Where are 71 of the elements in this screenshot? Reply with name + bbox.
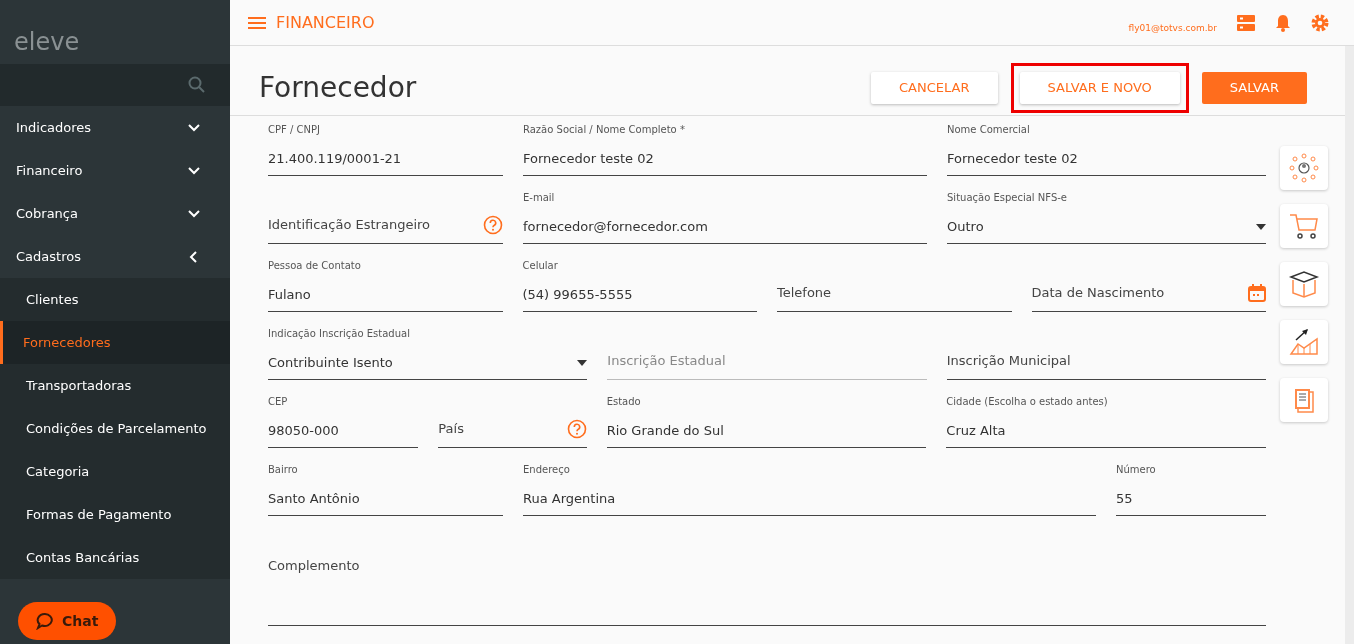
input-field[interactable]: Identificação Estrangeiro (268, 206, 503, 244)
input-field[interactable]: 55 (1116, 483, 1266, 516)
menu-item[interactable]: Indicadores (0, 106, 230, 149)
field-label: Pessoa de Contato (268, 259, 362, 273)
field-label: Estado (606, 395, 642, 409)
server-icon[interactable] (1237, 13, 1255, 32)
field-label: Bairro (268, 463, 299, 477)
field-label: Endereço (523, 463, 571, 477)
chart-icon (1288, 326, 1320, 358)
calendar-icon[interactable] (1248, 283, 1266, 302)
input-field[interactable]: Telefone (777, 274, 1012, 312)
input-field[interactable]: fornecedor@fornecedor.com (523, 211, 927, 244)
submenu-item[interactable]: Fornecedores (0, 321, 230, 364)
input-field[interactable]: País (438, 410, 587, 448)
dropdown-caret-icon (1256, 224, 1266, 230)
submenu-item[interactable]: Formas de Pagamento (0, 493, 230, 536)
search-icon[interactable] (188, 76, 206, 94)
input-field[interactable]: Fulano (268, 279, 503, 312)
tool-button[interactable] (1280, 262, 1328, 306)
field-label: CPF / CNPJ (268, 123, 321, 137)
field-label: Razão Social / Nome Completo * (523, 123, 686, 137)
field-label: Nome Comercial (947, 123, 1031, 137)
input-field[interactable]: Complemento (268, 556, 1266, 626)
field-label: Celular (522, 259, 559, 273)
user-email: fly01@totvs.com.br (1128, 21, 1217, 35)
input-field[interactable]: 98050-000 (268, 415, 419, 448)
input-field[interactable]: Fornecedor teste 02 (947, 143, 1266, 176)
menu-item[interactable]: Cadastros (0, 235, 230, 278)
page-title: Fornecedor (259, 69, 417, 106)
menu-item[interactable]: Cobrança (0, 192, 230, 235)
input-field[interactable]: Santo Antônio (268, 483, 503, 516)
input-field[interactable]: Fornecedor teste 02 (523, 143, 927, 176)
input-field[interactable]: Rua Argentina (523, 483, 1096, 516)
box-icon (1288, 268, 1320, 300)
speech-bubble-icon (36, 612, 54, 630)
chevron-down-icon (188, 207, 200, 220)
network-icon (1288, 152, 1320, 184)
bell-icon[interactable] (1274, 13, 1291, 32)
chat-button[interactable]: Chat (18, 602, 117, 640)
field-label: E-mail (523, 191, 556, 205)
dropdown[interactable]: Contribuinte Isento (268, 347, 588, 380)
input-field[interactable]: Rio Grande do Sul (606, 415, 927, 448)
module-title: FINANCEIRO (276, 11, 375, 34)
dropdown-caret-icon (577, 360, 588, 366)
submenu-item[interactable]: Transportadoras (0, 364, 230, 407)
input-field[interactable]: Data de Nascimento (1031, 274, 1266, 312)
field-label: Cidade (Escolha o estado antes) (946, 395, 1109, 409)
help-icon[interactable] (566, 418, 587, 439)
chevron-down-icon (188, 121, 200, 134)
dropdown[interactable]: Outro (947, 211, 1266, 244)
field-label: Número (1116, 463, 1157, 477)
field-label: Situação Especial NFS-e (947, 191, 1068, 205)
submenu-item[interactable]: Condições de Parcelamento (0, 407, 230, 450)
submenu-item[interactable]: Contas Bancárias (0, 536, 230, 579)
input-field[interactable]: (54) 99655-5555 (522, 279, 757, 312)
input-field[interactable]: 21.400.119/0001-21 (268, 143, 503, 176)
menu-icon[interactable] (248, 15, 266, 30)
input-field[interactable]: Cruz Alta (946, 415, 1266, 448)
field-label: Indicação Inscrição Estadual (268, 327, 411, 341)
field-label: CEP (268, 395, 289, 409)
search-field[interactable] (0, 64, 230, 106)
chevron-left-icon (188, 250, 200, 263)
input-field[interactable]: Inscrição Municipal (946, 342, 1266, 380)
submenu-item[interactable]: Categoria (0, 450, 230, 493)
help-icon[interactable] (483, 214, 503, 235)
chevron-down-icon (188, 164, 200, 177)
scrollbar[interactable] (1345, 46, 1354, 644)
logo: eleve (14, 27, 80, 58)
submenu-item[interactable]: Clientes (0, 278, 230, 321)
menu-item[interactable]: Financeiro (0, 149, 230, 192)
settings-icon[interactable] (1310, 12, 1330, 33)
